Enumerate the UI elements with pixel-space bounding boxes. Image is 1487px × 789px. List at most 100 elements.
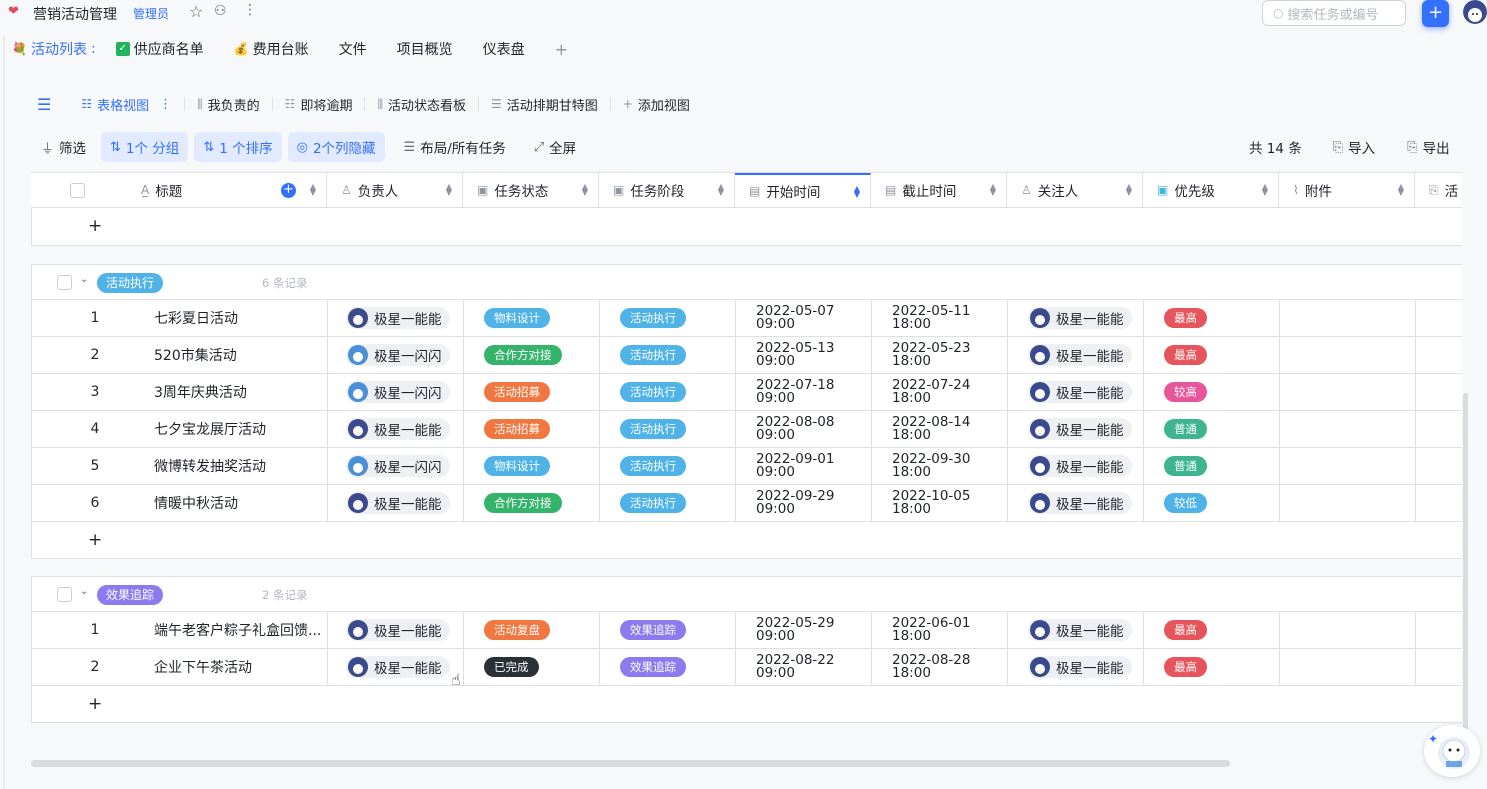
owner-cell[interactable]: 极星一能能	[328, 485, 464, 521]
sort-button[interactable]: ⇅ 1 个排序	[194, 132, 282, 162]
column-status[interactable]: ▣ 任务状态 ▲ ▼	[463, 173, 599, 207]
add-button[interactable]: +	[1422, 0, 1449, 27]
column-owner[interactable]: ♙ 负责人 ▲ ▼	[327, 173, 463, 207]
column-watcher[interactable]: ♙ 关注人 ▲ ▼	[1007, 173, 1143, 207]
owner-cell[interactable]: 极星一能能	[328, 612, 464, 648]
export-button[interactable]: ⎘ 导出	[1398, 132, 1458, 162]
sort-icon[interactable]: ▲ ▼	[582, 183, 588, 197]
more-icon[interactable]: ⋮	[243, 2, 257, 18]
extra-cell[interactable]	[1416, 612, 1462, 648]
start-time-cell[interactable]: 2022-05-07 09:00	[736, 300, 872, 336]
column-attachment[interactable]: ⌇ 附件 ▲ ▼	[1279, 173, 1415, 207]
add-tab-icon[interactable]: +	[555, 40, 568, 59]
tab-suppliers[interactable]: ✓ 供应商名单	[115, 39, 204, 59]
watcher-cell[interactable]: 极星一能能	[1008, 374, 1144, 410]
row-title[interactable]: 520市集活动	[154, 337, 328, 373]
star-icon[interactable]: ☆	[189, 2, 203, 21]
group-header[interactable]: ⌄ 活动执行 6 条记录	[31, 264, 1462, 300]
column-stage[interactable]: ▣ 任务阶段 ▲ ▼	[599, 173, 735, 207]
menu-icon[interactable]: ☰	[37, 95, 51, 114]
search-input[interactable]: ○ 搜索任务或编号	[1262, 0, 1406, 26]
priority-cell[interactable]: 普通	[1144, 411, 1280, 447]
watcher-cell[interactable]: 极星一能能	[1008, 448, 1144, 484]
priority-cell[interactable]: 普通	[1144, 448, 1280, 484]
watcher-cell[interactable]: 极星一能能	[1008, 612, 1144, 648]
table-row[interactable]: 3 3周年庆典活动 极星一闪闪 活动招募 活动执行 2022-07-18 09:00 2022…	[31, 374, 1462, 411]
extra-cell[interactable]	[1416, 649, 1462, 685]
hidden-columns-button[interactable]: ◎ 2个列隐藏	[287, 132, 385, 162]
end-time-cell[interactable]: 2022-10-05 18:00	[872, 485, 1008, 521]
table-row[interactable]: 1 端午老客户粽子礼盒回馈... 极星一能能 活动复盘 效果追踪 2022-05-29 09…	[31, 612, 1462, 649]
end-time-cell[interactable]: 2022-09-30 18:00	[872, 448, 1008, 484]
vertical-scrollbar[interactable]	[1463, 393, 1468, 753]
table-row[interactable]: 6 情暖中秋活动 极星一能能 合作方对接 活动执行 2022-09-29 09:00 2022…	[31, 485, 1462, 522]
stage-cell[interactable]: 活动执行	[600, 485, 736, 521]
extra-cell[interactable]	[1416, 300, 1462, 336]
owner-cell[interactable]: 极星一能能	[328, 411, 464, 447]
start-time-cell[interactable]: 2022-07-18 09:00	[736, 374, 872, 410]
row-title[interactable]: 七彩夏日活动	[154, 300, 328, 336]
attachment-cell[interactable]	[1280, 300, 1416, 336]
end-time-cell[interactable]: 2022-05-23 18:00	[872, 337, 1008, 373]
sort-icon[interactable]: ▲ ▼	[718, 183, 724, 197]
owner-cell[interactable]: 极星一能能	[328, 649, 464, 685]
sort-icon[interactable]: ▲ ▼	[310, 183, 316, 197]
watcher-cell[interactable]: 极星一能能	[1008, 485, 1144, 521]
start-time-cell[interactable]: 2022-08-08 09:00	[736, 411, 872, 447]
status-cell[interactable]: 物料设计	[464, 448, 600, 484]
row-title[interactable]: 端午老客户粽子礼盒回馈...	[154, 612, 328, 648]
tab-overview[interactable]: 项目概览	[397, 39, 453, 59]
status-cell[interactable]: 活动复盘	[464, 612, 600, 648]
start-time-cell[interactable]: 2022-05-13 09:00	[736, 337, 872, 373]
priority-cell[interactable]: 最高	[1144, 612, 1280, 648]
owner-cell[interactable]: 极星一能能	[328, 300, 464, 336]
add-row[interactable]: +	[31, 208, 1462, 246]
status-cell[interactable]: 已完成	[464, 649, 600, 685]
horizontal-scrollbar[interactable]	[31, 760, 1230, 767]
start-time-cell[interactable]: 2022-09-29 09:00	[736, 485, 872, 521]
group-checkbox[interactable]	[57, 587, 72, 602]
extra-cell[interactable]	[1416, 485, 1462, 521]
status-cell[interactable]: 合作方对接	[464, 337, 600, 373]
extra-cell[interactable]	[1416, 374, 1462, 410]
table-row[interactable]: 2 企业下午茶活动 极星一能能 已完成 效果追踪 2022-08-22 09:00 2022-…	[31, 649, 1462, 686]
start-time-cell[interactable]: 2022-08-22 09:00	[736, 649, 872, 685]
attachment-cell[interactable]	[1280, 612, 1416, 648]
add-field-icon[interactable]: +	[281, 183, 296, 198]
tab-expenses[interactable]: 💰 费用台账	[234, 39, 309, 59]
priority-cell[interactable]: 较低	[1144, 485, 1280, 521]
row-title[interactable]: 七夕宝龙展厅活动	[154, 411, 328, 447]
extra-cell[interactable]	[1416, 337, 1462, 373]
column-title[interactable]: A̲ 标题 ▲ ▼	[127, 173, 327, 207]
view-kanban[interactable]: ⫼ 活动状态看板	[377, 95, 466, 114]
attachment-cell[interactable]	[1280, 485, 1416, 521]
end-time-cell[interactable]: 2022-08-14 18:00	[872, 411, 1008, 447]
column-start[interactable]: ▤ 开始时间 ▲ ▼	[735, 173, 871, 207]
group-button[interactable]: ⇅ 1个 分组	[101, 132, 189, 162]
table-row[interactable]: 2 520市集活动 极星一闪闪 合作方对接 活动执行 2022-05-13 09:00 202…	[31, 337, 1462, 374]
attachment-cell[interactable]	[1280, 337, 1416, 373]
watcher-cell[interactable]: 极星一能能	[1008, 649, 1144, 685]
row-title[interactable]: 情暖中秋活动	[154, 485, 328, 521]
add-row[interactable]: +	[31, 686, 1462, 723]
stage-cell[interactable]: 活动执行	[600, 411, 736, 447]
priority-cell[interactable]: 最高	[1144, 300, 1280, 336]
column-activity[interactable]: ⎘ 活	[1415, 173, 1462, 207]
end-time-cell[interactable]: 2022-07-24 18:00	[872, 374, 1008, 410]
avatar[interactable]	[1463, 0, 1487, 24]
start-time-cell[interactable]: 2022-05-29 09:00	[736, 612, 872, 648]
sort-icon[interactable]: ▲ ▼	[446, 183, 452, 197]
status-cell[interactable]: 活动招募	[464, 411, 600, 447]
sort-icon[interactable]: ▲ ▼	[854, 185, 860, 199]
stage-cell[interactable]: 活动执行	[600, 374, 736, 410]
watcher-cell[interactable]: 极星一能能	[1008, 337, 1144, 373]
row-title[interactable]: 3周年庆典活动	[154, 374, 328, 410]
priority-cell[interactable]: 最高	[1144, 649, 1280, 685]
stage-cell[interactable]: 活动执行	[600, 337, 736, 373]
view-gantt[interactable]: ☰ 活动排期甘特图	[491, 95, 598, 114]
attachment-cell[interactable]	[1280, 649, 1416, 685]
fullscreen-button[interactable]: ⤢ 全屏	[525, 132, 585, 162]
row-title[interactable]: 微博转发抽奖活动	[154, 448, 328, 484]
owner-cell[interactable]: 极星一闪闪	[328, 374, 464, 410]
layout-button[interactable]: ☰ 布局/所有任务	[395, 132, 515, 162]
